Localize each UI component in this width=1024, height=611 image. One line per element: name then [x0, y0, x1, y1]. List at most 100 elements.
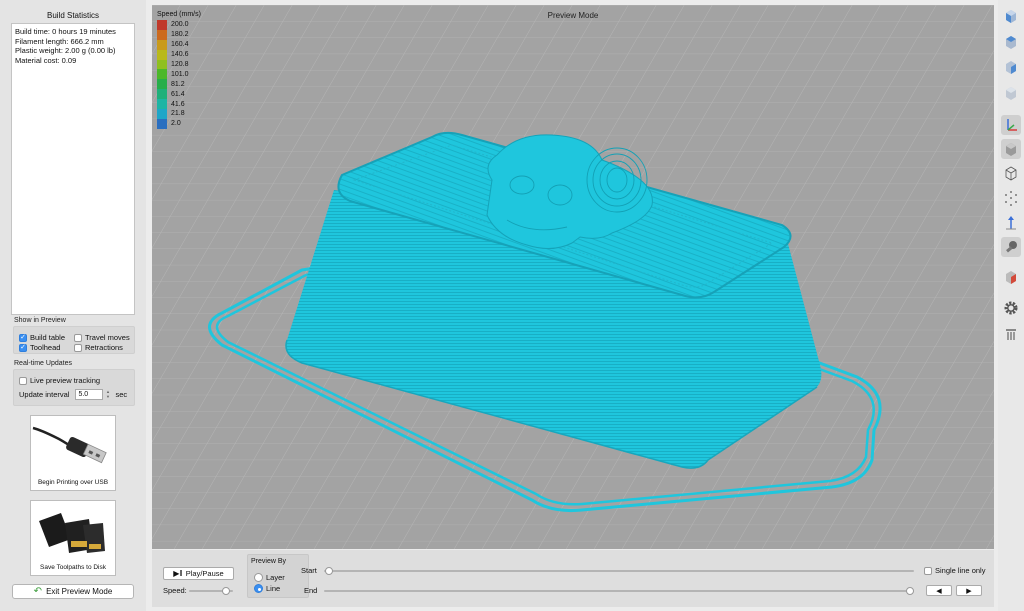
legend-swatch — [157, 49, 167, 60]
legend-swatch — [157, 29, 167, 40]
radio-icon — [254, 573, 263, 582]
play-pause-button[interactable]: ▶‖ Play/Pause — [163, 567, 234, 580]
legend-value: 101.0 — [171, 70, 189, 78]
stat-plastic-weight: Plastic weight: 2.00 g (0.00 lb) — [15, 46, 116, 55]
build-statistics-box: Build time: 0 hours 19 minutes Filament … — [11, 23, 135, 315]
legend-swatch — [157, 39, 167, 50]
legend-swatch — [157, 20, 167, 30]
wireframe-button[interactable] — [1001, 163, 1021, 183]
3d-viewport[interactable]: Preview Mode Speed (mm/s) 200.0 180.2 160.… — [152, 5, 994, 549]
speed-label: Speed: — [163, 586, 187, 595]
legend-entry: 61.4 — [157, 89, 201, 100]
speed-legend: Speed (mm/s) 200.0 180.2 160.4 140.6 120.8 10… — [157, 11, 201, 129]
view-front-icon — [1006, 10, 1016, 23]
legend-entry: 160.4 — [157, 39, 201, 50]
solid-view-button[interactable] — [1001, 139, 1021, 159]
view-iso-button[interactable] — [1001, 83, 1021, 103]
start-slider[interactable] — [324, 570, 914, 572]
legend-value: 180.2 — [171, 31, 189, 39]
legend-entry: 101.0 — [157, 69, 201, 80]
magnet-button[interactable] — [1001, 237, 1021, 257]
end-label: End — [304, 586, 318, 595]
triangle-right-icon: ▶ — [966, 587, 972, 595]
next-step-button[interactable]: ▶ — [956, 585, 982, 596]
toolhead-label: Toolhead — [30, 343, 61, 352]
legend-entry: 81.2 — [157, 79, 201, 90]
view-top-button[interactable] — [1001, 32, 1021, 52]
points-icon — [1005, 191, 1017, 206]
single-line-only-checkbox[interactable]: Single line only — [924, 566, 985, 575]
start-label: Start — [301, 566, 317, 575]
update-interval-label: Update interval — [19, 390, 70, 399]
single-line-only-label: Single line only — [935, 566, 986, 575]
interval-spinner-icon[interactable]: ▲ ▼ — [105, 389, 110, 400]
legend-swatch — [157, 99, 167, 110]
axes-icon — [1007, 119, 1017, 131]
toolpath-scene — [152, 5, 994, 549]
show-in-preview-label: Show in Preview — [14, 317, 66, 324]
playback-controls: ▶‖ Play/Pause Speed: Preview By Layer Li… — [152, 550, 994, 607]
speed-slider-knob[interactable] — [222, 587, 230, 595]
start-slider-knob[interactable] — [325, 567, 333, 575]
checkbox-icon — [74, 343, 82, 352]
layer-radio[interactable]: Layer — [254, 573, 285, 582]
stat-material-cost: Material cost: 0.09 — [15, 55, 77, 65]
legend-value: 81.2 — [171, 80, 185, 88]
stat-build-time: Build time: 0 hours 19 minutes — [15, 27, 116, 36]
end-slider-knob[interactable] — [906, 587, 914, 595]
cube-red-button[interactable] — [1001, 267, 1021, 287]
legend-value: 2.0 — [171, 120, 181, 128]
cube-red-icon — [1006, 271, 1016, 284]
settings-button[interactable] — [1001, 298, 1021, 318]
travel-moves-label: Travel moves — [85, 333, 130, 342]
legend-value: 200.0 — [171, 21, 189, 29]
preview-by-group: Preview By Layer Line — [247, 554, 309, 598]
usb-cable-icon — [32, 426, 107, 464]
sd-caption: Save Toolpaths to Disk — [40, 564, 106, 571]
legend-swatch — [157, 118, 167, 129]
update-interval-input[interactable]: 5.0 — [75, 389, 104, 400]
legend-entry: 200.0 — [157, 20, 201, 30]
layer-radio-label: Layer — [266, 573, 285, 582]
previous-step-button[interactable]: ◀ — [926, 585, 952, 596]
travel-moves-checkbox[interactable]: Travel moves — [74, 333, 130, 342]
axes-button[interactable] — [1001, 115, 1021, 135]
view-iso-icon — [1006, 87, 1016, 100]
checkbox-checked-icon: ✓ — [19, 333, 27, 342]
back-arrow-icon: ↶ — [33, 586, 43, 597]
save-toolpaths-disk-button[interactable]: Save Toolpaths to Disk — [30, 500, 116, 576]
legend-entry: 2.0 — [157, 118, 201, 129]
realtime-updates-group: Live preview tracking Update interval 5.… — [13, 369, 135, 406]
retractions-checkbox[interactable]: Retractions — [74, 343, 123, 352]
begin-printing-usb-button[interactable]: Begin Printing over USB — [30, 415, 116, 491]
legend-swatch — [157, 59, 167, 70]
build-table-checkbox[interactable]: ✓ Build table — [19, 333, 65, 342]
play-pause-label: Play/Pause — [185, 569, 224, 578]
stat-filament-length: Filament length: 666.2 mm — [15, 36, 104, 46]
radio-selected-icon — [254, 584, 263, 593]
gear-icon — [1004, 301, 1018, 315]
layers-button[interactable] — [1001, 324, 1021, 344]
axis-z-icon — [1006, 216, 1016, 230]
show-in-preview-group: ✓ Build table Travel moves ✓ Toolhead Re… — [13, 326, 135, 354]
realtime-updates-label: Real-time Updates — [14, 360, 72, 367]
points-button[interactable] — [1001, 188, 1021, 208]
legend-value: 41.6 — [171, 100, 185, 108]
view-top-icon — [1006, 36, 1016, 49]
left-panel: Build Statistics Build time: 0 hours 19 … — [0, 0, 146, 611]
live-preview-tracking-label: Live preview tracking — [30, 376, 101, 385]
exit-preview-mode-button[interactable]: ↶ Exit Preview Mode — [12, 584, 134, 599]
live-preview-tracking-checkbox[interactable]: Live preview tracking — [19, 376, 100, 385]
magnet-icon — [1006, 241, 1017, 253]
view-right-button[interactable] — [1001, 57, 1021, 77]
checkbox-checked-icon: ✓ — [19, 343, 27, 352]
axis-z-button[interactable] — [1001, 213, 1021, 233]
view-front-button[interactable] — [1001, 6, 1021, 26]
legend-entry: 21.8 — [157, 109, 201, 119]
legend-swatch — [157, 69, 167, 80]
toolhead-checkbox[interactable]: ✓ Toolhead — [19, 343, 60, 352]
checkbox-icon — [74, 333, 82, 342]
line-radio[interactable]: Line — [254, 584, 280, 593]
end-slider[interactable] — [324, 590, 914, 592]
wireframe-icon — [1005, 166, 1017, 181]
